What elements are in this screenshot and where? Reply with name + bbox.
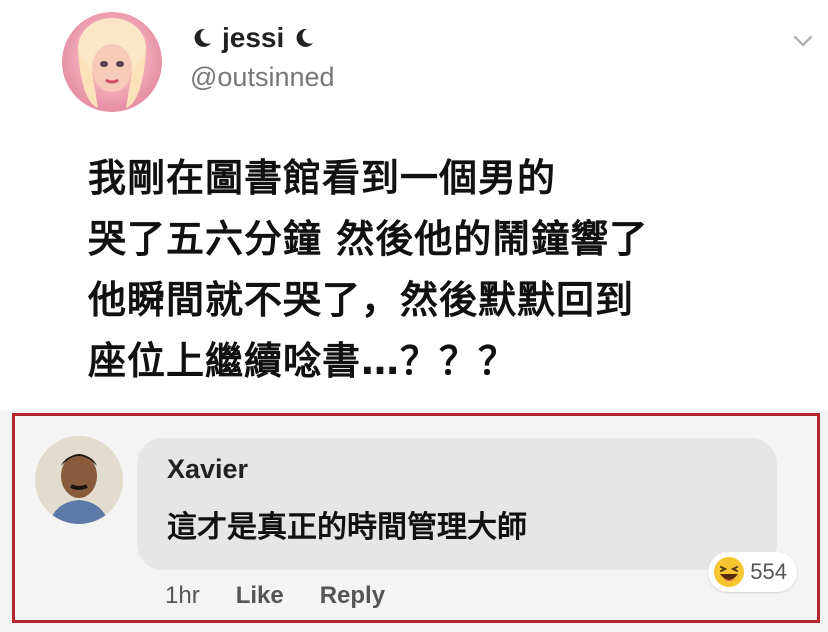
reply-button[interactable]: Reply bbox=[320, 582, 385, 610]
tweet-avatar[interactable] bbox=[62, 12, 162, 112]
comment-author[interactable]: Xavier bbox=[167, 454, 248, 485]
tweet-line: 哭了五六分鐘 然後他的鬧鐘響了 bbox=[88, 217, 649, 261]
tweet-card: jessi @outsinned 我剛在圖書館看到一個男的 哭了五六分鐘 然後他… bbox=[0, 0, 828, 410]
comment-timestamp[interactable]: 1hr bbox=[165, 582, 200, 610]
like-button[interactable]: Like bbox=[236, 582, 284, 610]
tweet-line: 我剛在圖書館看到一個男的 bbox=[88, 156, 557, 200]
comment-highlight-box: Xavier 這才是真正的時間管理大師 554 1hr Like Reply bbox=[12, 413, 820, 623]
tweet-line: 他瞬間就不哭了，然後默默回到 bbox=[88, 278, 635, 322]
comment-bubble: Xavier 這才是真正的時間管理大師 bbox=[137, 438, 777, 570]
reaction-count: 554 bbox=[750, 559, 787, 584]
reaction-summary[interactable]: 554 bbox=[708, 552, 797, 592]
chevron-down-icon[interactable] bbox=[792, 30, 814, 52]
tweet-body: 我剛在圖書館看到一個男的 哭了五六分鐘 然後他的鬧鐘響了 他瞬間就不哭了，然後默… bbox=[88, 148, 808, 392]
commenter-avatar[interactable] bbox=[35, 436, 123, 524]
tweet-handle[interactable]: @outsinned bbox=[190, 62, 335, 93]
tweet-author-name[interactable]: jessi bbox=[190, 16, 316, 60]
laughing-emoji-icon bbox=[714, 557, 745, 587]
comment-actions: 1hr Like Reply bbox=[165, 582, 385, 610]
tweet-line: 座位上繼續唸書…？？？ bbox=[88, 339, 518, 383]
display-name: jessi bbox=[222, 22, 285, 53]
crescent-moon-icon bbox=[296, 28, 314, 47]
comment-text: 這才是真正的時間管理大師 bbox=[167, 510, 527, 545]
crescent-moon-icon bbox=[194, 28, 211, 47]
